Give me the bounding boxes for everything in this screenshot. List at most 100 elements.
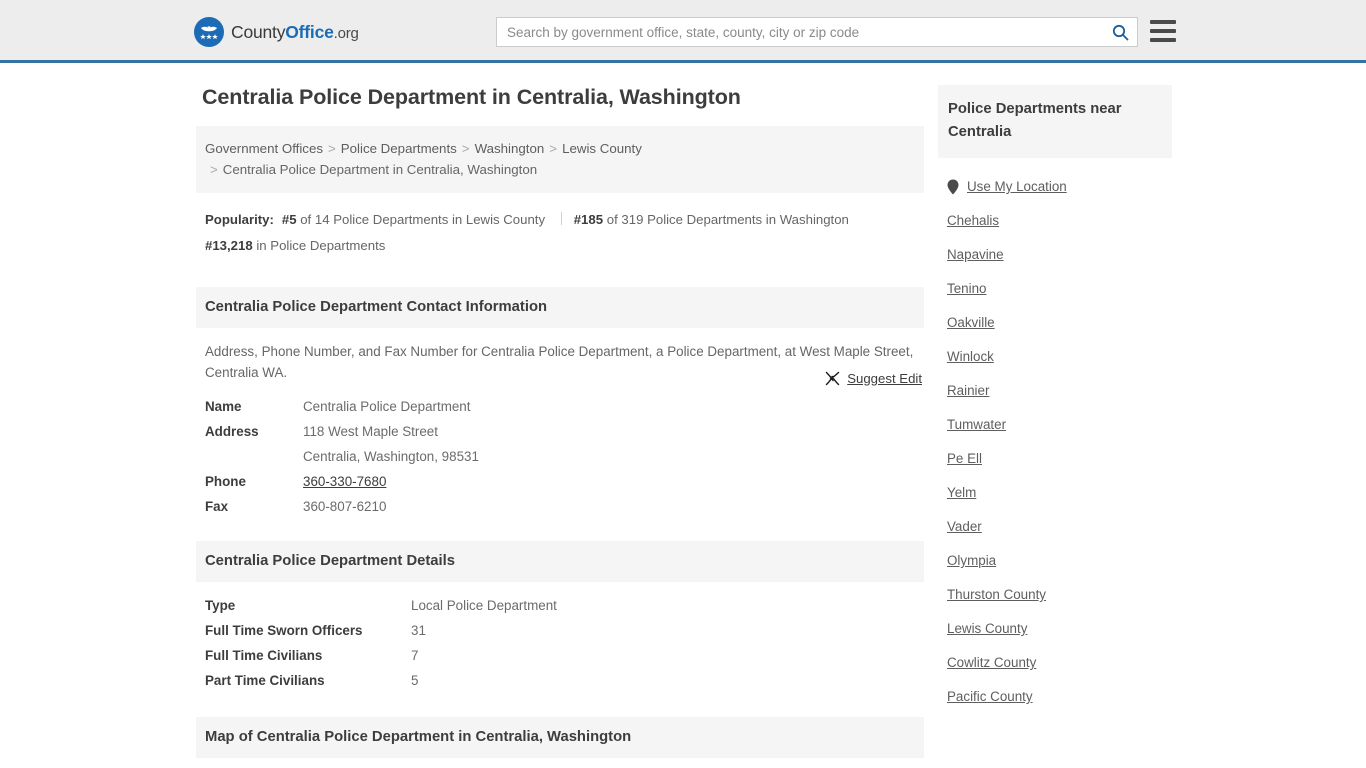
sidebar-list: Use My Location Chehalis Napavine Tenino… — [938, 158, 1172, 714]
details-table: Type Local Police Department Full Time S… — [196, 593, 924, 693]
popularity-county-rank: #5 — [281, 212, 297, 227]
suggest-edit-label[interactable]: Suggest Edit — [847, 371, 922, 386]
contact-section-heading: Centralia Police Department Contact Info… — [196, 287, 924, 328]
sidebar-link[interactable]: Thurston County — [947, 587, 1046, 602]
table-row: Full Time Civilians 7 — [196, 643, 924, 668]
sidebar-link[interactable]: Winlock — [947, 349, 994, 364]
popularity-county-text: of 14 Police Departments in Lewis County — [300, 212, 546, 227]
sidebar-link[interactable]: Pe Ell — [947, 451, 982, 466]
main-content-column: Centralia Police Department in Centralia… — [196, 85, 924, 758]
sidebar-link[interactable]: Yelm — [947, 485, 976, 500]
sidebar-link[interactable]: Napavine — [947, 247, 1004, 262]
breadcrumb-separator: > — [328, 141, 336, 156]
hamburger-bar — [1150, 29, 1176, 33]
site-header: CountyOffice.org — [0, 0, 1366, 63]
breadcrumb-separator: > — [210, 162, 218, 177]
popularity-national-rank: #13,218 — [205, 238, 253, 253]
sidebar-item-chehalis[interactable]: Chehalis — [938, 204, 1172, 238]
sidebar-link[interactable]: Tumwater — [947, 417, 1006, 432]
logo-text-office: Office — [285, 21, 334, 42]
row-key: Part Time Civilians — [205, 673, 325, 688]
table-row: Full Time Sworn Officers 31 — [196, 618, 924, 643]
site-logo[interactable]: CountyOffice.org — [194, 17, 359, 47]
popularity-state-rank: #185 — [573, 212, 604, 227]
sidebar-link[interactable]: Oakville — [947, 315, 995, 330]
search-bar[interactable] — [496, 17, 1138, 47]
sidebar-item-winlock[interactable]: Winlock — [938, 340, 1172, 374]
row-key: Full Time Sworn Officers — [205, 623, 363, 638]
sidebar-link[interactable]: Cowlitz County — [947, 655, 1036, 670]
contact-section-description: Address, Phone Number, and Fax Number fo… — [205, 344, 914, 380]
pen-edit-icon — [826, 371, 840, 386]
row-value: 360-330-7680 — [303, 469, 924, 494]
map-section-heading: Map of Centralia Police Department in Ce… — [196, 717, 924, 758]
contact-table: Name Centralia Police Department Address… — [196, 371, 924, 519]
search-icon — [1112, 24, 1128, 40]
breadcrumb-item-police-departments[interactable]: Police Departments — [341, 141, 457, 156]
sidebar-link[interactable]: Pacific County — [947, 689, 1033, 704]
breadcrumb-current: Centralia Police Department in Centralia… — [222, 162, 538, 177]
search-button[interactable] — [1103, 18, 1137, 46]
row-value: 7 — [411, 648, 419, 663]
row-value: 118 West Maple Street — [303, 424, 438, 439]
popularity-divider — [560, 212, 562, 225]
page-title: Centralia Police Department in Centralia… — [202, 85, 741, 109]
popularity-label: Popularity: — [205, 212, 274, 227]
sidebar-link[interactable]: Chehalis — [947, 213, 999, 228]
suggest-edit-button[interactable]: Suggest Edit — [825, 371, 922, 386]
row-key: Full Time Civilians — [205, 648, 323, 663]
use-my-location-label[interactable]: Use My Location — [967, 176, 1067, 198]
breadcrumb-item-government-offices[interactable]: Government Offices — [205, 141, 323, 156]
row-key — [196, 444, 303, 469]
breadcrumb-separator: > — [461, 141, 470, 156]
sidebar-item-yelm[interactable]: Yelm — [938, 476, 1172, 510]
site-logo-text: CountyOffice.org — [231, 22, 359, 43]
sidebar-item-oakville[interactable]: Oakville — [938, 306, 1172, 340]
sidebar-item-thurston-county[interactable]: Thurston County — [938, 578, 1172, 612]
sidebar-link[interactable]: Olympia — [947, 553, 996, 568]
sidebar-item-vader[interactable]: Vader — [938, 510, 1172, 544]
map-pin-icon — [947, 179, 959, 195]
sidebar-item-olympia[interactable]: Olympia — [938, 544, 1172, 578]
logo-text-dotorg: .org — [333, 24, 359, 42]
hamburger-bar — [1150, 20, 1176, 24]
popularity-national-text: in Police Departments — [256, 238, 386, 253]
search-input[interactable] — [497, 18, 1103, 46]
table-row: Address 118 West Maple Street — [196, 419, 924, 444]
phone-link[interactable]: 360-330-7680 — [303, 474, 386, 489]
sidebar-link[interactable]: Rainier — [947, 383, 989, 398]
row-key: Name — [205, 399, 242, 414]
table-row: Centralia, Washington, 98531 — [196, 444, 924, 469]
sidebar-link[interactable]: Vader — [947, 519, 982, 534]
row-value: 5 — [411, 673, 419, 688]
sidebar-link[interactable]: Tenino — [947, 281, 986, 296]
sidebar: Police Departments near Centralia Use My… — [938, 85, 1172, 714]
table-row: Phone 360-330-7680 — [196, 469, 924, 494]
details-section-heading: Centralia Police Department Details — [196, 541, 924, 582]
hamburger-menu-icon[interactable] — [1150, 20, 1176, 42]
sidebar-item-napavine[interactable]: Napavine — [938, 238, 1172, 272]
row-key: Fax — [205, 499, 229, 514]
row-key: Address — [205, 424, 259, 439]
row-key: Type — [205, 598, 236, 613]
sidebar-item-tumwater[interactable]: Tumwater — [938, 408, 1172, 442]
row-value: Centralia, Washington, 98531 — [303, 449, 479, 464]
breadcrumb-item-lewis-county[interactable]: Lewis County — [562, 141, 642, 156]
breadcrumb-item-washington[interactable]: Washington — [475, 141, 545, 156]
table-row: Fax 360-807-6210 — [196, 494, 924, 519]
table-row: Type Local Police Department — [196, 593, 924, 618]
table-row: Part Time Civilians 5 — [196, 668, 924, 693]
sidebar-item-use-my-location[interactable]: Use My Location — [938, 170, 1172, 204]
sidebar-link[interactable]: Lewis County — [947, 621, 1027, 636]
sidebar-item-tenino[interactable]: Tenino — [938, 272, 1172, 306]
table-row: Name Centralia Police Department — [196, 394, 924, 419]
sidebar-item-rainier[interactable]: Rainier — [938, 374, 1172, 408]
eagle-stars-icon — [194, 17, 224, 47]
logo-text-county: County — [231, 21, 286, 42]
sidebar-item-pe-ell[interactable]: Pe Ell — [938, 442, 1172, 476]
popularity-row: Popularity: #5 of 14 Police Departments i… — [196, 193, 924, 265]
sidebar-item-lewis-county[interactable]: Lewis County — [938, 612, 1172, 646]
row-value: Centralia Police Department — [303, 399, 471, 414]
sidebar-item-pacific-county[interactable]: Pacific County — [938, 680, 1172, 714]
sidebar-item-cowlitz-county[interactable]: Cowlitz County — [938, 646, 1172, 680]
